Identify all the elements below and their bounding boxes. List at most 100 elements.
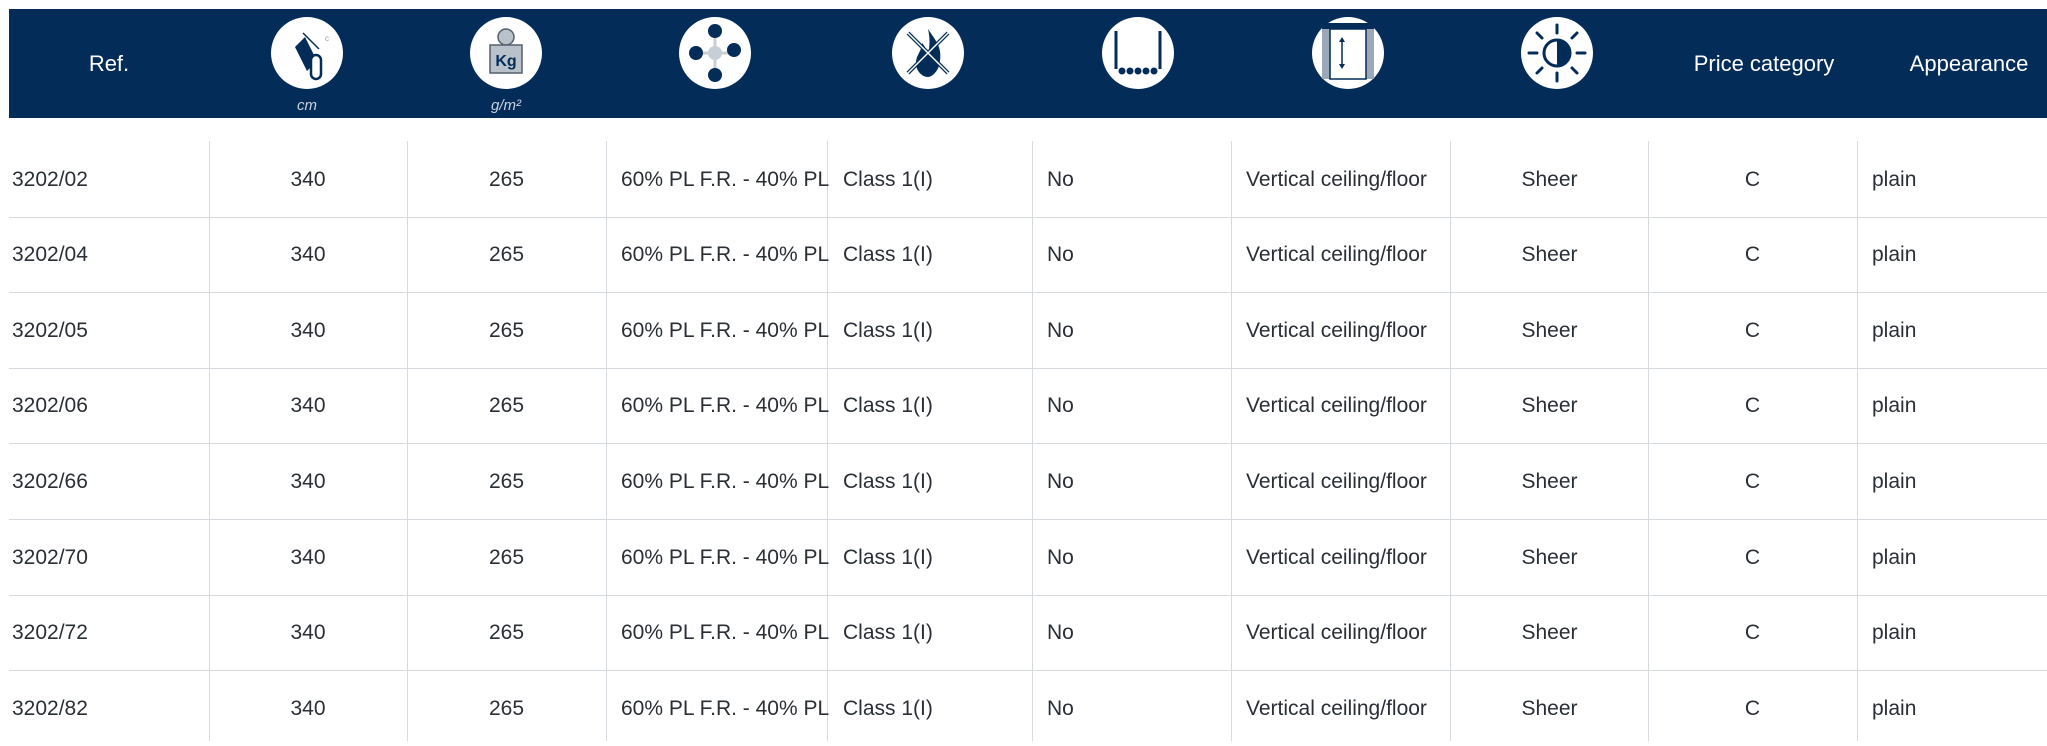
composition-icon bbox=[679, 17, 751, 89]
cell-composition: 60% PL F.R. - 40% PL bbox=[621, 545, 830, 569]
cell-transparency: Sheer bbox=[1521, 167, 1578, 191]
cell-lead-weight: No bbox=[1047, 393, 1074, 417]
cell-orientation: Vertical ceiling/floor bbox=[1246, 545, 1427, 569]
cell-fire-class: Class 1(I) bbox=[843, 167, 933, 191]
table-row: 3202/72 340 265 60% PL F.R. - 40% PL Class 1… bbox=[9, 595, 2047, 671]
fabric-width-icon: c bbox=[271, 17, 343, 89]
cell-transparency: Sheer bbox=[1521, 545, 1578, 569]
cell-composition: 60% PL F.R. - 40% PL bbox=[621, 242, 830, 266]
table-row: 3202/02 340 265 60% PL F.R. - 40% PL Class 1… bbox=[9, 142, 2047, 218]
cell-fire-class: Class 1(I) bbox=[843, 469, 933, 493]
cell-transparency: Sheer bbox=[1521, 393, 1578, 417]
cell-appearance: plain bbox=[1872, 696, 1917, 720]
table-row: 3202/66 340 265 60% PL F.R. - 40% PL Class 1… bbox=[9, 444, 2047, 520]
cell-price-category: C bbox=[1744, 469, 1761, 493]
cell-ref: 3202/82 bbox=[12, 696, 88, 720]
cell-orientation: Vertical ceiling/floor bbox=[1246, 469, 1427, 493]
cell-composition: 60% PL F.R. - 40% PL bbox=[621, 620, 830, 644]
cell-fire-class: Class 1(I) bbox=[843, 242, 933, 266]
cell-ref: 3202/05 bbox=[12, 318, 88, 342]
header-ref: Ref. bbox=[88, 50, 130, 76]
cell-weight: 265 bbox=[488, 167, 525, 191]
cell-ref: 3202/70 bbox=[12, 545, 88, 569]
weight-unit: g/m² bbox=[491, 97, 521, 114]
cell-fire-class: Class 1(I) bbox=[843, 620, 933, 644]
cell-appearance: plain bbox=[1872, 167, 1917, 191]
cell-transparency: Sheer bbox=[1521, 469, 1578, 493]
cell-width: 340 bbox=[290, 696, 326, 720]
cell-lead-weight: No bbox=[1047, 318, 1074, 342]
cell-price-category: C bbox=[1744, 545, 1761, 569]
table-header: Ref. c cm Kg g/m² Price category Appeara… bbox=[9, 9, 2047, 118]
cell-transparency: Sheer bbox=[1521, 318, 1578, 342]
table-row: 3202/05 340 265 60% PL F.R. - 40% PL Class 1… bbox=[9, 293, 2047, 369]
cell-appearance: plain bbox=[1872, 393, 1917, 417]
cell-lead-weight: No bbox=[1047, 167, 1074, 191]
cell-weight: 265 bbox=[488, 696, 525, 720]
cell-lead-weight: No bbox=[1047, 620, 1074, 644]
cell-appearance: plain bbox=[1872, 620, 1917, 644]
cell-weight: 265 bbox=[488, 469, 525, 493]
cell-fire-class: Class 1(I) bbox=[843, 318, 933, 342]
cell-orientation: Vertical ceiling/floor bbox=[1246, 167, 1427, 191]
header-appearance: Appearance bbox=[1909, 50, 2029, 76]
svg-text:c: c bbox=[325, 34, 329, 43]
cell-composition: 60% PL F.R. - 40% PL bbox=[621, 318, 830, 342]
cell-appearance: plain bbox=[1872, 545, 1917, 569]
cell-weight: 265 bbox=[488, 620, 525, 644]
cell-width: 340 bbox=[290, 318, 326, 342]
header-price-category: Price category bbox=[1693, 50, 1835, 76]
cell-ref: 3202/06 bbox=[12, 393, 88, 417]
cell-composition: 60% PL F.R. - 40% PL bbox=[621, 696, 830, 720]
cell-weight: 265 bbox=[488, 393, 525, 417]
fire-resistance-icon bbox=[892, 17, 964, 89]
orientation-icon bbox=[1312, 17, 1384, 89]
cell-price-category: C bbox=[1744, 696, 1761, 720]
cell-fire-class: Class 1(I) bbox=[843, 393, 933, 417]
cell-price-category: C bbox=[1744, 318, 1761, 342]
cell-transparency: Sheer bbox=[1521, 242, 1578, 266]
cell-ref: 3202/66 bbox=[12, 469, 88, 493]
cell-weight: 265 bbox=[488, 318, 525, 342]
cell-appearance: plain bbox=[1872, 469, 1917, 493]
cell-lead-weight: No bbox=[1047, 242, 1074, 266]
cell-orientation: Vertical ceiling/floor bbox=[1246, 242, 1427, 266]
cell-lead-weight: No bbox=[1047, 545, 1074, 569]
width-unit: cm bbox=[297, 97, 317, 114]
cell-price-category: C bbox=[1744, 167, 1761, 191]
cell-composition: 60% PL F.R. - 40% PL bbox=[621, 393, 830, 417]
cell-weight: 265 bbox=[488, 242, 525, 266]
cell-width: 340 bbox=[290, 469, 326, 493]
cell-transparency: Sheer bbox=[1521, 620, 1578, 644]
light-transparency-icon bbox=[1521, 17, 1593, 89]
cell-orientation: Vertical ceiling/floor bbox=[1246, 318, 1427, 342]
cell-price-category: C bbox=[1744, 393, 1761, 417]
table-row: 3202/04 340 265 60% PL F.R. - 40% PL Class 1… bbox=[9, 217, 2047, 293]
cell-ref: 3202/72 bbox=[12, 620, 88, 644]
cell-composition: 60% PL F.R. - 40% PL bbox=[621, 167, 830, 191]
cell-ref: 3202/02 bbox=[12, 167, 88, 191]
cell-price-category: C bbox=[1744, 242, 1761, 266]
table-row: 3202/06 340 265 60% PL F.R. - 40% PL Class 1… bbox=[9, 368, 2047, 444]
cell-fire-class: Class 1(I) bbox=[843, 545, 933, 569]
cell-orientation: Vertical ceiling/floor bbox=[1246, 620, 1427, 644]
cell-weight: 265 bbox=[488, 545, 525, 569]
cell-price-category: C bbox=[1744, 620, 1761, 644]
cell-width: 340 bbox=[290, 545, 326, 569]
weight-icon: Kg bbox=[470, 17, 542, 89]
lead-weight-icon bbox=[1102, 17, 1174, 89]
cell-ref: 3202/04 bbox=[12, 242, 88, 266]
cell-orientation: Vertical ceiling/floor bbox=[1246, 393, 1427, 417]
table-row: 3202/70 340 265 60% PL F.R. - 40% PL Class 1… bbox=[9, 520, 2047, 596]
cell-width: 340 bbox=[290, 167, 326, 191]
cell-width: 340 bbox=[290, 242, 326, 266]
cell-appearance: plain bbox=[1872, 242, 1917, 266]
cell-transparency: Sheer bbox=[1521, 696, 1578, 720]
cell-width: 340 bbox=[290, 620, 326, 644]
cell-fire-class: Class 1(I) bbox=[843, 696, 933, 720]
cell-composition: 60% PL F.R. - 40% PL bbox=[621, 469, 830, 493]
cell-orientation: Vertical ceiling/floor bbox=[1246, 696, 1427, 720]
table-row: 3202/82 340 265 60% PL F.R. - 40% PL Class 1… bbox=[9, 671, 2047, 746]
cell-width: 340 bbox=[290, 393, 326, 417]
cell-lead-weight: No bbox=[1047, 469, 1074, 493]
